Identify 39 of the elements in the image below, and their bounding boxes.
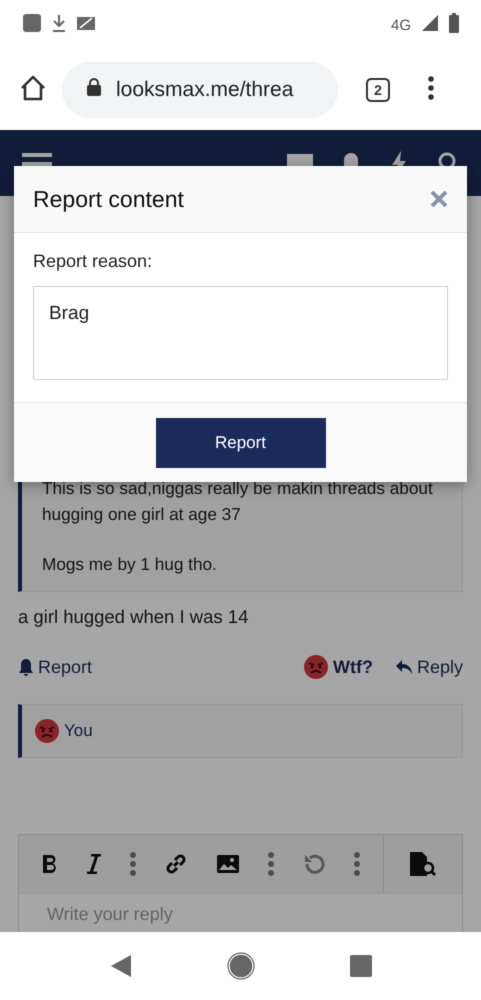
image-icon[interactable] (216, 854, 240, 874)
post-text: a girl hugged when I was 14 (18, 606, 250, 628)
home-icon[interactable] (226, 952, 254, 980)
no-sim-icon (76, 14, 96, 30)
close-button[interactable] (430, 190, 448, 208)
reason-field[interactable]: Brag (33, 286, 448, 380)
reaction-user[interactable]: You (64, 721, 93, 741)
quote-text: Mogs me by 1 hug tho. (42, 553, 218, 576)
address-bar[interactable]: looksmax.me/threa (62, 62, 338, 118)
tab-count-button[interactable]: 2 (366, 78, 390, 102)
back-icon[interactable] (110, 954, 132, 978)
angry-face-icon (34, 718, 60, 744)
angry-face-icon (302, 654, 329, 680)
signal-icon (421, 14, 439, 32)
notification-icon (22, 12, 42, 32)
report-button[interactable]: Report (156, 418, 326, 468)
download-icon (52, 14, 66, 32)
reply-icon (394, 659, 413, 675)
field-label: Report reason: (33, 251, 154, 272)
menu-icon[interactable] (428, 76, 434, 100)
quote-text: This is so sad,niggas really be makin threads about hugging one girl at age 37 (42, 477, 434, 526)
report-link[interactable]: Report (18, 656, 92, 678)
recents-icon[interactable] (350, 955, 372, 977)
battery-icon (449, 12, 459, 32)
network-type: 4G (390, 16, 411, 34)
more-icon[interactable] (129, 852, 138, 876)
italic-icon[interactable] (86, 854, 102, 874)
preview-icon[interactable] (409, 851, 437, 877)
close-icon (430, 190, 448, 208)
undo-icon[interactable] (302, 852, 326, 876)
reply-link[interactable]: Reply (394, 656, 463, 678)
reply-field[interactable]: Write your reply (18, 894, 463, 932)
dialog-title: Report content (33, 186, 185, 212)
reaction-link[interactable]: Wtf? (302, 654, 373, 680)
more-icon[interactable] (353, 852, 362, 876)
bold-icon[interactable] (40, 854, 59, 874)
lock-icon (86, 77, 102, 97)
link-icon[interactable] (164, 852, 188, 876)
more-icon[interactable] (266, 852, 275, 876)
